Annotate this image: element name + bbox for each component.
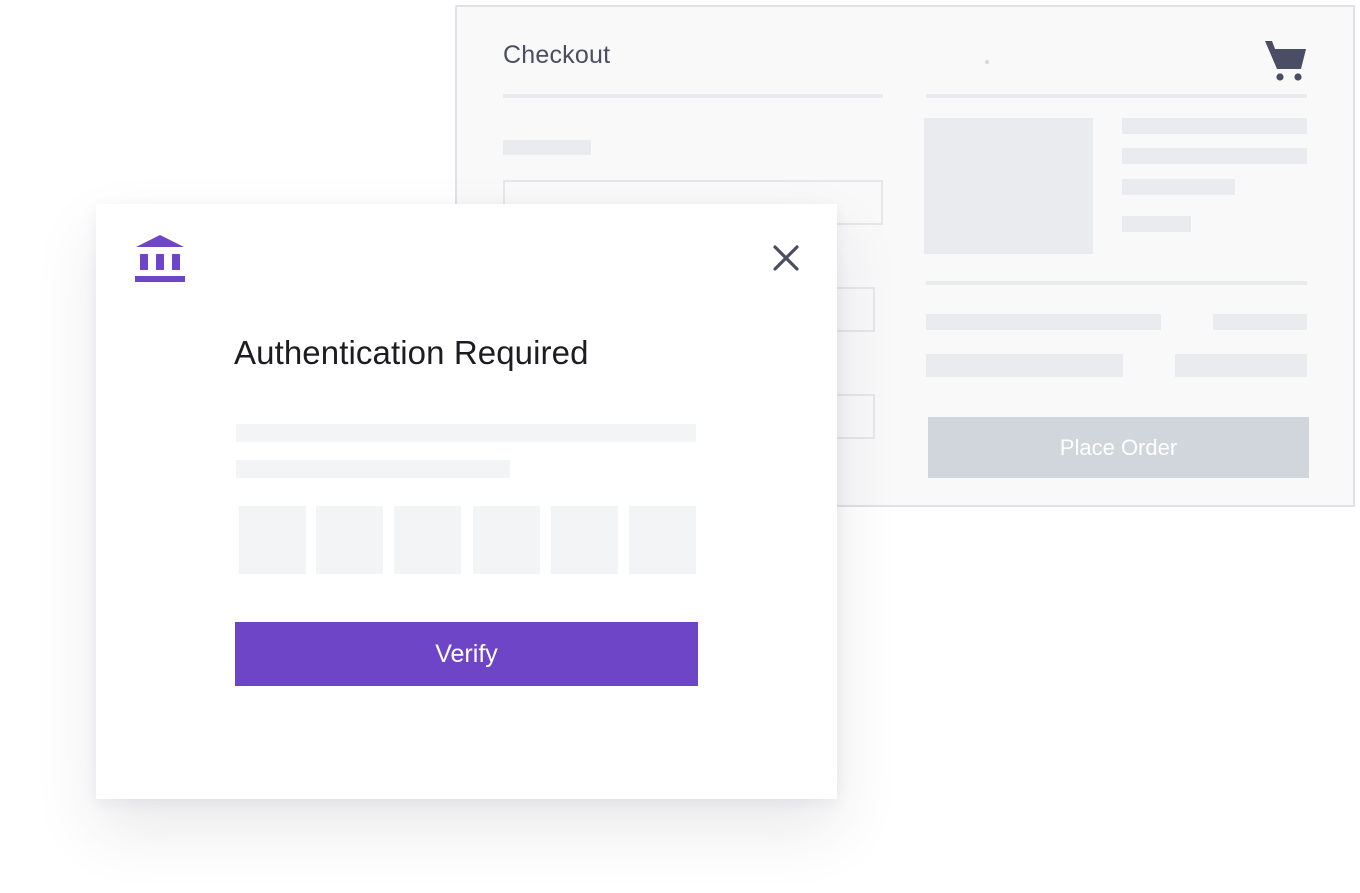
modal-title: Authentication Required bbox=[234, 334, 589, 371]
close-icon[interactable] bbox=[772, 244, 800, 272]
code-digit-6[interactable] bbox=[629, 506, 696, 574]
summary-label-2 bbox=[926, 354, 1123, 377]
summary-label-1 bbox=[926, 314, 1161, 330]
authentication-modal: Authentication Required Verify bbox=[96, 204, 837, 799]
divider-summary bbox=[926, 281, 1307, 285]
code-digit-2[interactable] bbox=[316, 506, 383, 574]
summary-value-1 bbox=[1213, 314, 1307, 330]
divider-left bbox=[503, 94, 883, 98]
code-digit-5[interactable] bbox=[551, 506, 618, 574]
code-digit-1[interactable] bbox=[239, 506, 306, 574]
code-digit-4[interactable] bbox=[473, 506, 540, 574]
product-line-4 bbox=[1122, 216, 1191, 232]
code-digit-3[interactable] bbox=[394, 506, 461, 574]
place-order-button[interactable]: Place Order bbox=[928, 417, 1309, 478]
product-image-placeholder bbox=[924, 118, 1093, 254]
product-line-1 bbox=[1122, 118, 1307, 134]
divider-right bbox=[926, 94, 1307, 98]
header-dot bbox=[985, 60, 989, 64]
field-label-placeholder bbox=[503, 140, 591, 155]
product-line-3 bbox=[1122, 179, 1235, 195]
bank-icon bbox=[135, 235, 185, 282]
stage: Checkout Place Order Authentication Requ… bbox=[0, 0, 1360, 893]
verify-button[interactable]: Verify bbox=[235, 622, 698, 686]
summary-value-2 bbox=[1175, 354, 1307, 377]
description-line-2 bbox=[236, 460, 510, 478]
checkout-title: Checkout bbox=[503, 41, 611, 69]
product-line-2 bbox=[1122, 148, 1307, 164]
shopping-cart-icon[interactable] bbox=[1263, 39, 1307, 81]
description-line-1 bbox=[236, 424, 696, 442]
